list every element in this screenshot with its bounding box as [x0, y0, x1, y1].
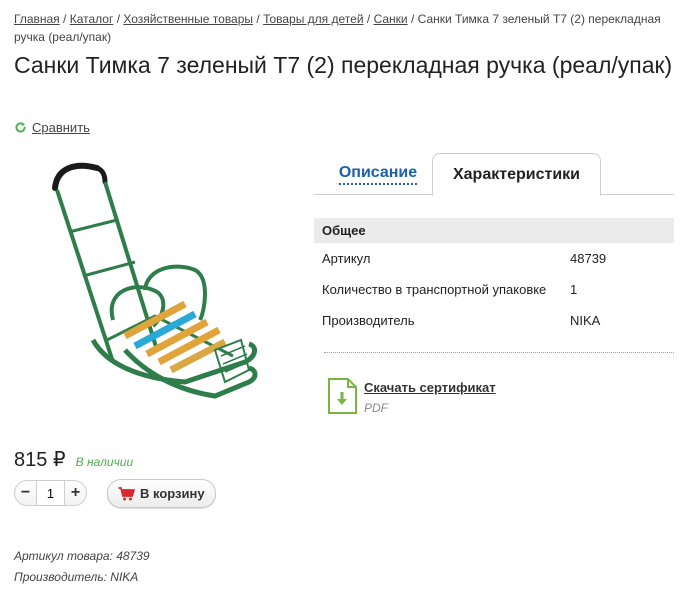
- spec-value: 1: [570, 282, 578, 297]
- breadcrumb-home[interactable]: Главная: [14, 12, 60, 26]
- quantity-decrease-button[interactable]: −: [15, 481, 36, 505]
- specs-divider: [324, 352, 674, 353]
- spec-key: Количество в транспортной упаковке: [322, 282, 547, 297]
- add-to-cart-button[interactable]: В корзину: [107, 479, 216, 508]
- breadcrumb-separator: /: [410, 12, 415, 26]
- certificate-download[interactable]: Скачать сертификат PDF: [327, 378, 496, 415]
- certificate-format: PDF: [364, 401, 388, 415]
- specifications-table: Общее Артикул 48739 Количество в транспо…: [314, 218, 674, 353]
- breadcrumb: Главная / Каталог / Хозяйственные товары…: [14, 10, 679, 46]
- quantity-stepper: − +: [14, 480, 87, 506]
- sled-image-icon: [52, 162, 258, 399]
- page-title: Санки Тимка 7 зеленый Т7 (2) перекладная…: [14, 52, 673, 78]
- breadcrumb-separator: /: [63, 12, 67, 26]
- certificate-link[interactable]: Скачать сертификат: [364, 380, 496, 395]
- breadcrumb-catalog[interactable]: Каталог: [70, 12, 114, 26]
- stock-status: В наличии: [75, 455, 134, 469]
- product-image: [35, 150, 265, 425]
- tab-description[interactable]: Описание: [324, 153, 432, 195]
- breadcrumb-household[interactable]: Хозяйственные товары: [123, 12, 253, 26]
- product-tabs: Описание Характеристики: [314, 153, 674, 196]
- product-meta: Артикул товара: 48739 Производитель: NIK…: [14, 546, 150, 588]
- add-to-cart-label[interactable]: В корзину: [140, 486, 205, 501]
- spec-key: Артикул: [322, 251, 371, 266]
- breadcrumb-separator: /: [116, 12, 121, 26]
- tab-specifications-label[interactable]: Характеристики: [453, 166, 580, 184]
- spec-group-title: Общее: [314, 218, 674, 243]
- meta-manufacturer: Производитель: NIKA: [14, 570, 139, 584]
- compare-link[interactable]: Сравнить: [14, 120, 90, 135]
- breadcrumb-separator: /: [256, 12, 260, 26]
- spec-row: Производитель NIKA: [314, 305, 674, 336]
- spec-row: Артикул 48739: [314, 243, 674, 274]
- breadcrumb-kids[interactable]: Товары для детей: [263, 12, 363, 26]
- refresh-icon: [15, 122, 26, 133]
- tab-specifications[interactable]: Характеристики: [432, 153, 601, 196]
- breadcrumb-separator: /: [366, 12, 371, 26]
- document-download-icon: [328, 378, 357, 414]
- quantity-increase-button[interactable]: +: [65, 481, 86, 505]
- spec-value: NIKA: [570, 313, 601, 328]
- spec-value: 48739: [570, 251, 607, 266]
- price-line: 815 ₽ В наличии: [14, 447, 133, 472]
- spec-key: Производитель: [322, 313, 415, 328]
- cart-icon: [118, 486, 135, 500]
- tab-description-label[interactable]: Описание: [338, 164, 418, 185]
- compare-label[interactable]: Сравнить: [32, 120, 90, 135]
- meta-article: Артикул товара: 48739: [14, 549, 150, 563]
- spec-row: Количество в транспортной упаковке 1: [314, 274, 674, 305]
- breadcrumb-sleds[interactable]: Санки: [374, 12, 408, 26]
- product-price: 815 ₽: [14, 449, 66, 471]
- quantity-input[interactable]: [36, 481, 65, 505]
